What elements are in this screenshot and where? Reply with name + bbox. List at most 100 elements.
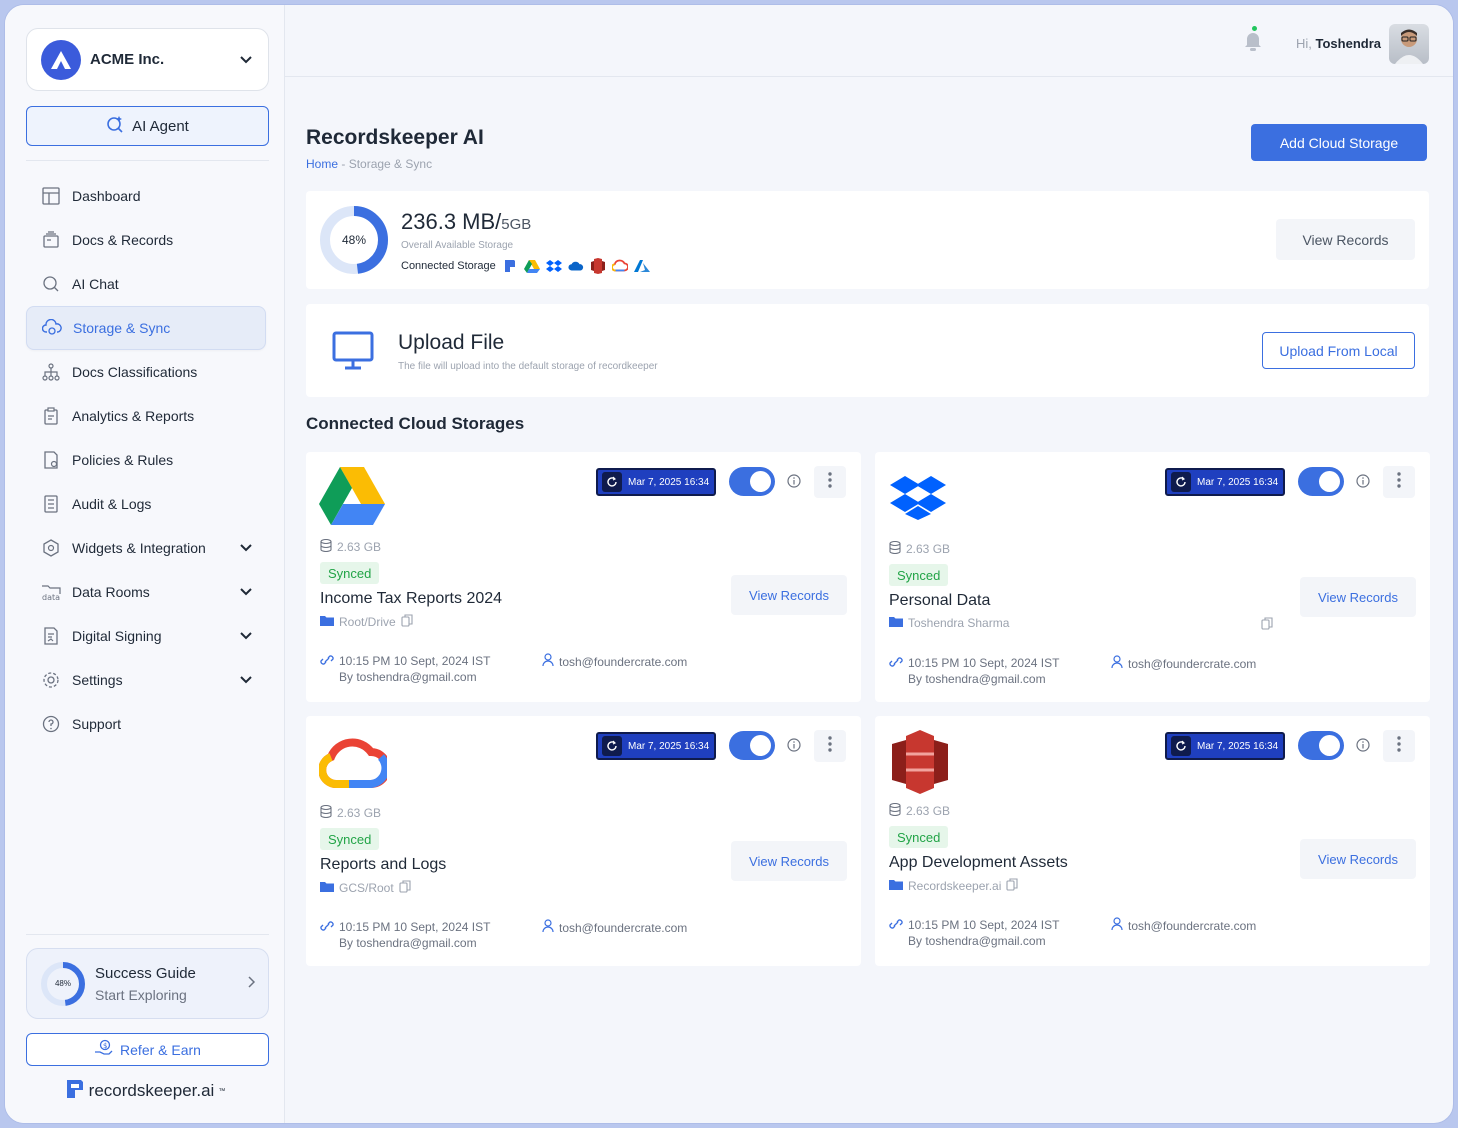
user-icon (542, 653, 554, 670)
ai-chat-icon (41, 274, 61, 294)
storage-title: Personal Data (889, 592, 991, 609)
refer-label: Refer & Earn (120, 1041, 201, 1058)
sidebar-item-docs-classifications[interactable]: Docs Classifications (26, 350, 269, 394)
more-options-button[interactable] (1383, 730, 1415, 762)
docs-icon (41, 230, 61, 250)
account-email: tosh@foundercrate.com (1111, 655, 1256, 672)
greeting-prefix: Hi, (1295, 36, 1312, 51)
add-cloud-storage-button[interactable]: Add Cloud Storage (1251, 124, 1427, 161)
sidebar-item-audit-logs[interactable]: Audit & Logs (26, 482, 269, 526)
sidebar: ACME Inc. AI Agent Dashboard Docs & Reco… (5, 5, 285, 1123)
chevron-right-icon (248, 975, 256, 993)
guide-percent: 48% (54, 979, 71, 988)
folder-icon (320, 881, 334, 895)
sidebar-item-data-rooms[interactable]: data Data Rooms (26, 570, 269, 614)
last-sync-time: Mar 7, 2025 16:34 (628, 740, 710, 752)
sidebar-item-ai-chat[interactable]: AI Chat (26, 262, 269, 306)
more-options-button[interactable] (1383, 466, 1415, 498)
sidebar-item-label: Settings (72, 672, 123, 688)
sync-icon (602, 472, 622, 492)
connection-meta: 10:15 PM 10 Sept, 2024 IST By toshendra@g… (889, 917, 1059, 949)
sidebar-item-label: Policies & Rules (72, 452, 174, 468)
folder-icon (320, 615, 334, 629)
copy-icon[interactable] (1006, 878, 1018, 894)
sidebar-item-label: Storage & Sync (73, 320, 171, 336)
more-options-button[interactable] (814, 466, 846, 498)
info-icon[interactable] (1356, 474, 1370, 488)
view-records-button[interactable]: View Records (731, 575, 847, 615)
view-records-button[interactable]: View Records (731, 841, 847, 881)
refer-earn-button[interactable]: $ Refer & Earn (26, 1033, 269, 1066)
signing-icon (41, 626, 61, 646)
policy-icon (41, 450, 61, 470)
copy-icon[interactable] (401, 614, 413, 630)
guide-subtitle: Start Exploring (95, 986, 187, 1003)
sidebar-item-analytics-reports[interactable]: Analytics & Reports (26, 394, 269, 438)
more-options-button[interactable] (814, 730, 846, 762)
copy-icon[interactable] (399, 880, 411, 896)
sidebar-item-settings[interactable]: Settings (26, 658, 269, 702)
avatar[interactable] (1389, 24, 1429, 64)
sidebar-item-widgets-integration[interactable]: Widgets & Integration (26, 526, 269, 570)
info-icon[interactable] (1356, 738, 1370, 752)
view-records-button[interactable]: View Records (1276, 219, 1415, 260)
cloud-sync-icon (42, 318, 62, 338)
view-records-button[interactable]: View Records (1300, 577, 1416, 617)
guide-title: Success Guide (95, 964, 196, 982)
sidebar-item-storage-sync[interactable]: Storage & Sync (26, 306, 266, 350)
sidebar-item-label: Audit & Logs (72, 496, 152, 512)
app-window: ACME Inc. AI Agent Dashboard Docs & Reco… (4, 4, 1454, 1124)
sidebar-item-docs-records[interactable]: Docs & Records (26, 218, 269, 262)
view-records-button[interactable]: View Records (1300, 839, 1416, 879)
guide-progress-ring: 48% (39, 960, 87, 1008)
storage-percent: 48% (341, 233, 367, 247)
org-switcher[interactable]: ACME Inc. (26, 28, 269, 91)
storage-caption: Overall Available Storage (401, 240, 514, 251)
sidebar-nav: Dashboard Docs & Records AI Chat Storage… (26, 174, 269, 746)
org-name: ACME Inc. (90, 51, 165, 68)
sync-toggle[interactable] (1298, 731, 1344, 760)
storage-title: Reports and Logs (320, 856, 447, 873)
brand-logo: recordskeeper.ai ™ (5, 1078, 285, 1104)
ai-agent-icon (106, 115, 124, 137)
last-sync-time: Mar 7, 2025 16:34 (1197, 740, 1279, 752)
google-cloud-icon (318, 734, 391, 800)
user-name: Toshendra (1315, 36, 1382, 51)
sidebar-item-label: Digital Signing (72, 628, 162, 644)
sync-toggle[interactable] (1298, 467, 1344, 496)
brand-tm: ™ (218, 1087, 226, 1095)
connected-time: 10:15 PM 10 Sept, 2024 IST (908, 918, 1060, 932)
chevron-down-icon (238, 584, 254, 600)
info-icon[interactable] (787, 474, 801, 488)
azure-icon (633, 258, 650, 274)
path-value: Recordskeeper.ai (908, 879, 1002, 893)
last-sync-time: Mar 7, 2025 16:34 (628, 476, 710, 488)
storage-total: 5GB (501, 216, 532, 233)
sync-toggle[interactable] (729, 467, 775, 496)
bell-icon[interactable] (1243, 30, 1263, 57)
upload-from-local-button[interactable]: Upload From Local (1262, 332, 1415, 369)
connection-meta: 10:15 PM 10 Sept, 2024 IST By toshendra@g… (889, 655, 1059, 687)
success-guide-card[interactable]: 48% Success Guide Start Exploring (26, 948, 269, 1019)
size-value: 2.63 GB (906, 804, 951, 818)
sidebar-item-support[interactable]: Support (26, 702, 269, 746)
chevron-down-icon (238, 628, 254, 644)
connected-by: By toshendra@gmail.com (339, 670, 477, 684)
sync-toggle[interactable] (729, 731, 775, 760)
copy-icon[interactable] (1261, 617, 1273, 635)
user-icon (1111, 917, 1123, 934)
more-vertical-icon (1397, 471, 1401, 493)
sidebar-item-digital-signing[interactable]: Digital Signing (26, 614, 269, 658)
more-vertical-icon (828, 735, 832, 757)
connected-storage-row: Connected Storage (401, 258, 650, 274)
info-icon[interactable] (787, 738, 801, 752)
google-drive-icon (523, 258, 540, 274)
email-value: tosh@foundercrate.com (559, 920, 688, 935)
ai-agent-button[interactable]: AI Agent (26, 106, 269, 146)
sync-icon (602, 736, 622, 756)
clipboard-icon (41, 406, 61, 426)
toggle-knob (1319, 735, 1340, 756)
breadcrumb-home[interactable]: Home (306, 157, 338, 171)
sidebar-item-dashboard[interactable]: Dashboard (26, 174, 269, 218)
sidebar-item-policies-rules[interactable]: Policies & Rules (26, 438, 269, 482)
